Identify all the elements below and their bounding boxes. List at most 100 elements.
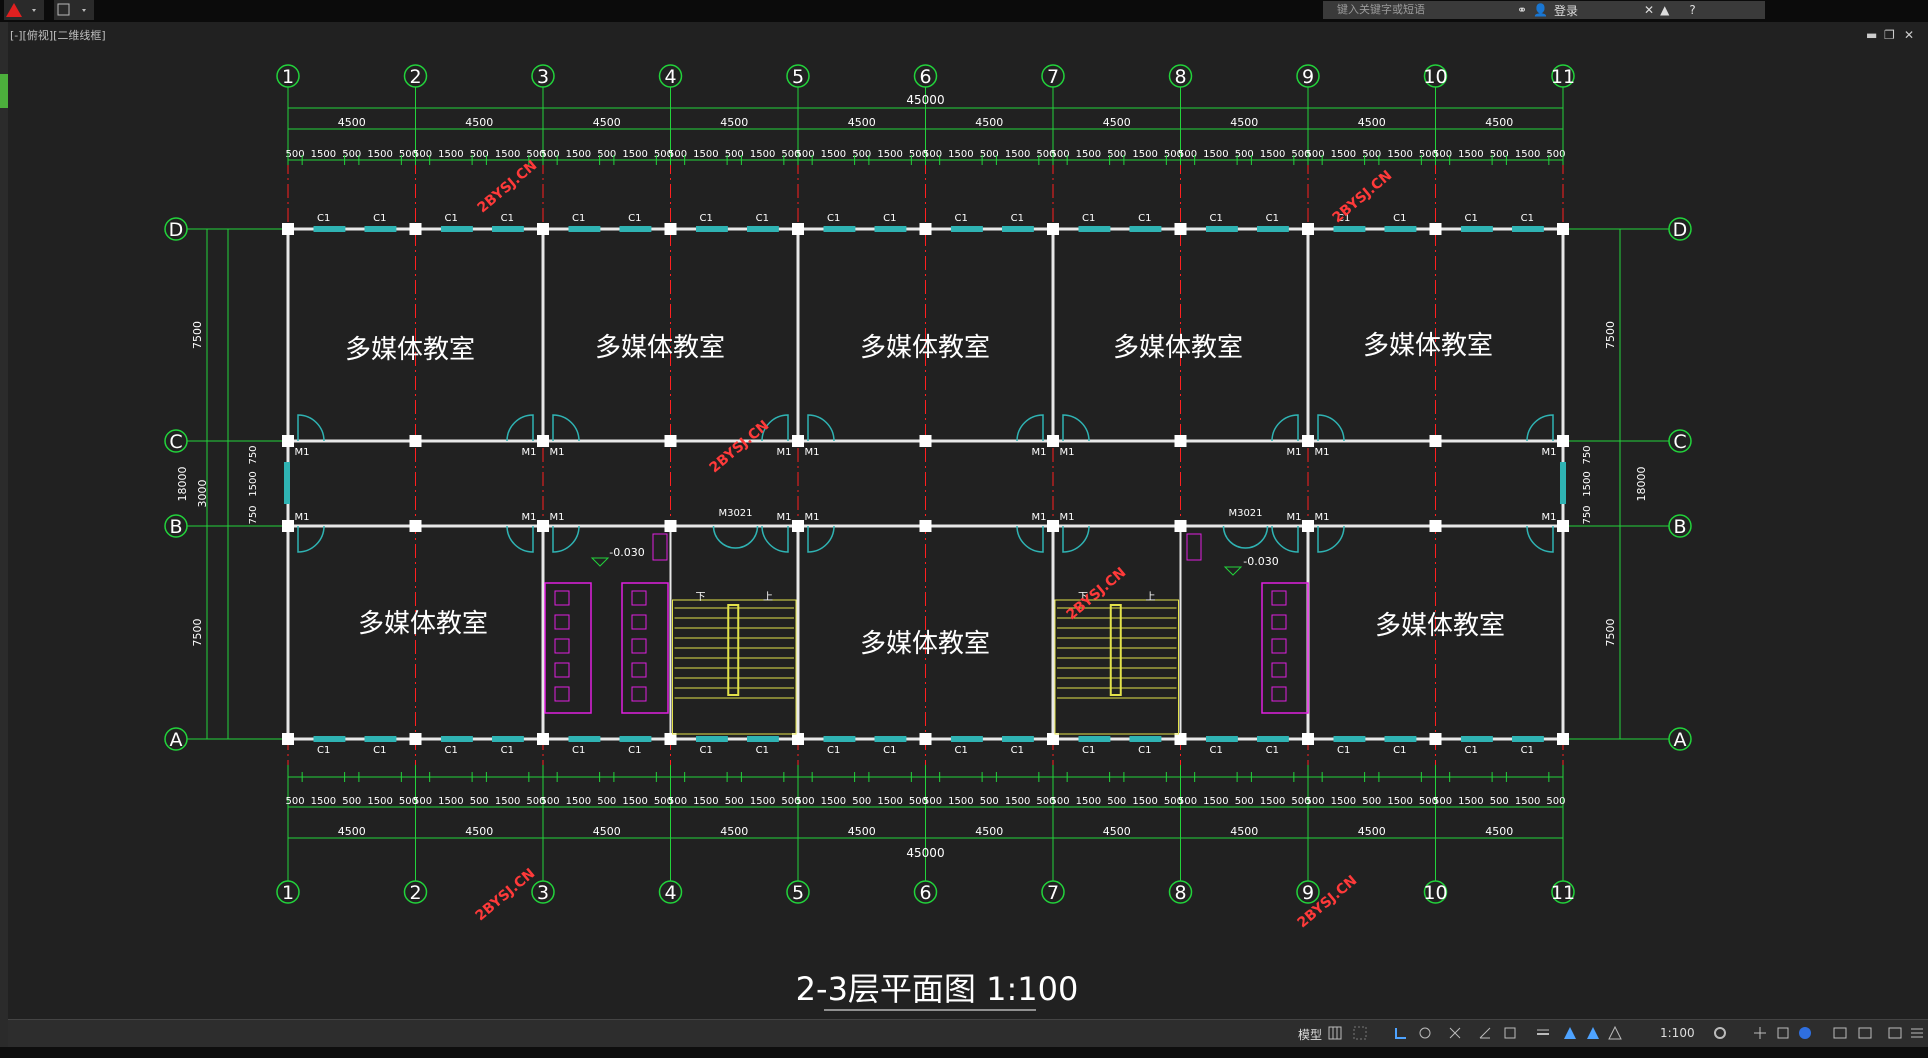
door-label: M1 (1287, 512, 1302, 523)
sink (652, 533, 668, 561)
door-m1-swing (1062, 414, 1090, 442)
window-c1 (313, 736, 346, 742)
door-label: M1 (1287, 447, 1302, 458)
scale-dropdown[interactable]: 1:100 (1660, 1026, 1695, 1040)
sink (1186, 533, 1202, 561)
polar-icon[interactable] (1418, 1026, 1432, 1040)
door-label: M1 (522, 447, 537, 458)
axis-number-top: 4 (664, 66, 676, 88)
axis-number-bottom: 3 (537, 882, 549, 904)
window-c1 (747, 736, 779, 742)
drawing-title: 2-3层平面图 1:100 (796, 970, 1079, 1008)
toilet-fixture (1271, 686, 1287, 702)
hardware-accel-icon[interactable] (1833, 1026, 1847, 1040)
plus-icon[interactable] (1753, 1026, 1767, 1040)
column (282, 435, 294, 447)
column (1302, 223, 1314, 235)
door-label: M1 (805, 447, 820, 458)
sub-dimension: 1500 (1203, 796, 1228, 807)
osnap-icon[interactable] (1448, 1026, 1462, 1040)
door-label: M1 (1542, 447, 1557, 458)
window-c1 (364, 736, 397, 742)
annotation-icon[interactable] (1563, 1026, 1577, 1040)
axis-letter-right: A (1674, 729, 1687, 751)
axis-letter-right: B (1673, 516, 1686, 538)
column (1429, 733, 1442, 745)
sub-dimension: 1500 (1132, 149, 1157, 160)
window-c1 (1078, 226, 1111, 232)
axis-letter-right: C (1673, 431, 1686, 453)
window-label: C1 (700, 745, 713, 756)
window-c1 (1384, 736, 1417, 742)
bay-dimension: 4500 (848, 825, 876, 838)
door-m3021-swing (1222, 525, 1269, 549)
window-label: C1 (501, 745, 514, 756)
bay-dimension: 4500 (975, 825, 1003, 838)
snap-icon[interactable] (1353, 1026, 1367, 1040)
door-label: M1 (1060, 447, 1075, 458)
axis-number-bottom: 7 (1047, 882, 1059, 904)
door-label: M1 (1315, 447, 1330, 458)
units-icon[interactable] (1776, 1026, 1790, 1040)
axis-letter-left: C (169, 431, 182, 453)
window-c1 (1002, 226, 1034, 232)
window-label: C1 (1521, 745, 1534, 756)
dim-corridor: 3000 (196, 480, 209, 508)
sub-dimension: 1500 (367, 796, 392, 807)
window-label: C1 (1210, 745, 1223, 756)
model-tab[interactable]: 模型 (1298, 1026, 1322, 1043)
annotation-visibility-icon[interactable] (1586, 1026, 1600, 1040)
bay-dimension: 4500 (465, 116, 493, 129)
sub-dimension: 500 (1490, 796, 1509, 807)
axis-number-bottom: 4 (664, 882, 676, 904)
level-marker (1223, 566, 1243, 576)
toilet-fixture (631, 590, 647, 606)
window-label: C1 (1393, 213, 1406, 224)
sub-dimension: 1500 (1005, 149, 1030, 160)
bay-dimension: 4500 (338, 116, 366, 129)
selection-icon[interactable] (1503, 1026, 1517, 1040)
window-c1 (1512, 736, 1544, 742)
column (792, 435, 804, 447)
lineweight-icon[interactable] (1536, 1026, 1550, 1040)
sub-dimension: 1500 (622, 796, 647, 807)
window-label: C1 (1465, 745, 1478, 756)
window-c1 (1257, 736, 1289, 742)
window-label: C1 (1138, 213, 1151, 224)
bottom-edge (0, 1047, 1928, 1058)
sub-dimension: 1500 (566, 796, 591, 807)
door-m1-swing (761, 525, 789, 553)
ortho-icon[interactable] (1394, 1026, 1408, 1040)
room-label: 多媒体教室 (1375, 611, 1505, 641)
gear-icon[interactable] (1713, 1026, 1727, 1040)
door-m1-swing (1317, 414, 1345, 442)
window-c1 (874, 736, 907, 742)
column (409, 520, 422, 532)
window-c1 (1002, 736, 1034, 742)
fullscreen-icon[interactable] (1888, 1026, 1902, 1040)
window-label: C1 (445, 745, 458, 756)
column (1557, 733, 1569, 745)
door-m1-swing (807, 525, 835, 553)
window-c1 (747, 226, 779, 232)
column (1429, 435, 1442, 447)
sub-dimension: 1500 (877, 796, 902, 807)
grid-icon[interactable] (1328, 1026, 1342, 1040)
floor-plan-drawing[interactable]: 11223344556677889910101111D DC CB BA A450004… (0, 0, 1928, 1058)
isolate-icon[interactable] (1798, 1026, 1812, 1040)
door-m1-swing (1016, 414, 1044, 442)
annotation-scale-icon[interactable] (1608, 1026, 1622, 1040)
door-m1-swing (506, 525, 534, 553)
door-m1-swing (807, 414, 835, 442)
door-label: M1 (777, 447, 792, 458)
toilet-fixture (554, 614, 570, 630)
clean-screen-icon[interactable] (1858, 1026, 1872, 1040)
window-c1 (492, 736, 524, 742)
window-label: C1 (1465, 213, 1478, 224)
toilet-fixture (1271, 614, 1287, 630)
customize-menu-icon[interactable] (1910, 1026, 1924, 1040)
column (1174, 435, 1187, 447)
window-c1 (1129, 736, 1162, 742)
angle-icon[interactable] (1478, 1026, 1492, 1040)
column (1174, 520, 1187, 532)
